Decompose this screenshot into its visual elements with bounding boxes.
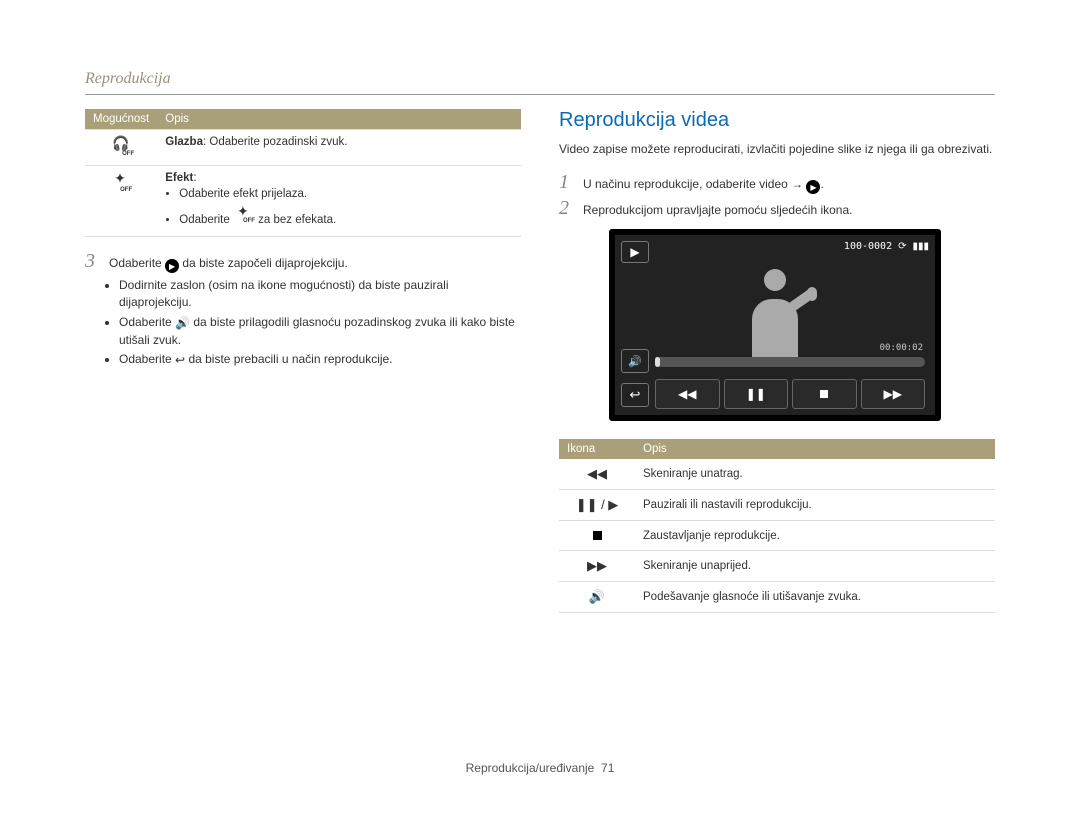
table-row: Zaustavljanje reprodukcije. (559, 521, 995, 551)
battery-icon: ▮▮▮ (912, 241, 929, 252)
list-item: Odaberite efekt prijelaza. (179, 186, 513, 202)
headphones-off-icon: 🎧OFF (85, 130, 157, 166)
player-mode-icon: ▶ (621, 241, 649, 263)
left-column: Mogućnost Opis 🎧OFF Glazba: Odaberite po… (85, 109, 521, 749)
table-row: 🎧OFF Glazba: Odaberite pozadinski zvuk. (85, 130, 521, 166)
video-thumbnail (745, 269, 805, 359)
th-opis: Opis (635, 439, 995, 459)
table-row: Efekt: Odaberite efekt prijelaza. Odaber… (85, 166, 521, 237)
pause-play-icon: ❚❚ / ▶ (559, 490, 635, 521)
step-number: 3 (85, 251, 99, 271)
th-mogucnost: Mogućnost (85, 109, 157, 130)
page-footer: Reprodukcija/uređivanje 71 (85, 749, 995, 775)
sparkle-off-icon (233, 204, 255, 224)
list-item: Odaberite ↩ da biste prebacili u način r… (119, 351, 521, 369)
th-opis: Opis (157, 109, 521, 130)
stop-icon (792, 379, 857, 409)
step-3: 3 Odaberite ▶ da biste započeli dijaproj… (85, 251, 521, 273)
right-column: Reprodukcija videa Video zapise možete r… (559, 109, 995, 749)
table-row: ❚❚ / ▶ Pauzirali ili nastavili reprodukc… (559, 490, 995, 521)
playback-time: 00:00:02 (880, 343, 923, 353)
row-desc: Glazba: Odaberite pozadinski zvuk. (157, 130, 521, 166)
step-2: 2 Reprodukcijom upravljajte pomoću sljed… (559, 198, 995, 219)
progress-bar (655, 357, 925, 367)
row-desc: Zaustavljanje reprodukcije. (635, 521, 995, 551)
two-columns: Mogućnost Opis 🎧OFF Glazba: Odaberite po… (85, 109, 995, 749)
step-body: Odaberite ▶ da biste započeli dijaprojek… (109, 254, 521, 273)
section-title: Reprodukcija videa (559, 109, 995, 132)
footer-section: Reprodukcija/uređivanje (466, 761, 595, 775)
rewind-icon: ◀◀ (655, 379, 720, 409)
list-item: Odaberite za bez efekata. (179, 204, 513, 228)
step-number: 1 (559, 172, 573, 192)
page-root: Reprodukcija Mogućnost Opis 🎧OFF Glazba:… (0, 0, 1080, 815)
list-item: Odaberite 🔊 da biste prilagodili glasnoć… (119, 314, 521, 349)
options-table: Mogućnost Opis 🎧OFF Glazba: Odaberite po… (85, 109, 521, 237)
loop-icon: ⟳ (898, 241, 906, 252)
table-row: ◀◀ Skeniranje unatrag. (559, 459, 995, 490)
back-arrow-icon: ↩ (175, 352, 185, 369)
transport-controls: ◀◀ ❚❚ ▶▶ (655, 379, 925, 409)
stop-icon (559, 521, 635, 551)
icon-desc-table: Ikona Opis ◀◀ Skeniranje unatrag. ❚❚ / ▶… (559, 439, 995, 613)
table-row: ▶▶ Skeniranje unaprijed. (559, 551, 995, 582)
inner-bullets: Odaberite efekt prijelaza. Odaberite za … (179, 186, 513, 228)
row-desc: Skeniranje unatrag. (635, 459, 995, 490)
rewind-icon: ◀◀ (559, 459, 635, 490)
step-number: 2 (559, 198, 573, 218)
file-number: 100-0002 (844, 241, 892, 252)
page-title: Reprodukcija (85, 70, 995, 95)
pause-icon: ❚❚ (724, 379, 789, 409)
volume-icon: 🔊 (621, 349, 649, 373)
step-body: U načinu reprodukcije, odaberite video →… (583, 175, 995, 194)
video-player-mockup: ▶ 100-0002 ⟳ ▮▮▮ 00:00:02 🔊 ↩ ◀◀ ❚❚ ▶▶ (609, 229, 941, 421)
volume-icon: 🔊 (559, 582, 635, 613)
play-circle-icon: ▶ (806, 180, 820, 194)
fastforward-icon: ▶▶ (559, 551, 635, 582)
row-desc: Podešavanje glasnoće ili utišavanje zvuk… (635, 582, 995, 613)
row-desc: Efekt: Odaberite efekt prijelaza. Odaber… (157, 166, 521, 237)
step-1: 1 U načinu reprodukcije, odaberite video… (559, 172, 995, 194)
fastforward-icon: ▶▶ (861, 379, 926, 409)
step-body: Reprodukcijom upravljajte pomoću sljedeć… (583, 201, 995, 219)
table-row: 🔊 Podešavanje glasnoće ili utišavanje zv… (559, 582, 995, 613)
sparkle-off-icon (85, 166, 157, 237)
row-desc: Pauzirali ili nastavili reprodukciju. (635, 490, 995, 521)
th-ikona: Ikona (559, 439, 635, 459)
intro-paragraph: Video zapise možete reproducirati, izvla… (559, 140, 995, 158)
page-number: 71 (601, 761, 614, 775)
play-circle-icon: ▶ (165, 259, 179, 273)
player-status-bar: 100-0002 ⟳ ▮▮▮ (844, 241, 929, 252)
row-desc: Skeniranje unaprijed. (635, 551, 995, 582)
step-3-bullets: Dodirnite zaslon (osim na ikone mogućnos… (119, 277, 521, 369)
back-arrow-icon: ↩ (621, 383, 649, 407)
volume-icon: 🔊 (175, 315, 190, 332)
list-item: Dodirnite zaslon (osim na ikone mogućnos… (119, 277, 521, 311)
